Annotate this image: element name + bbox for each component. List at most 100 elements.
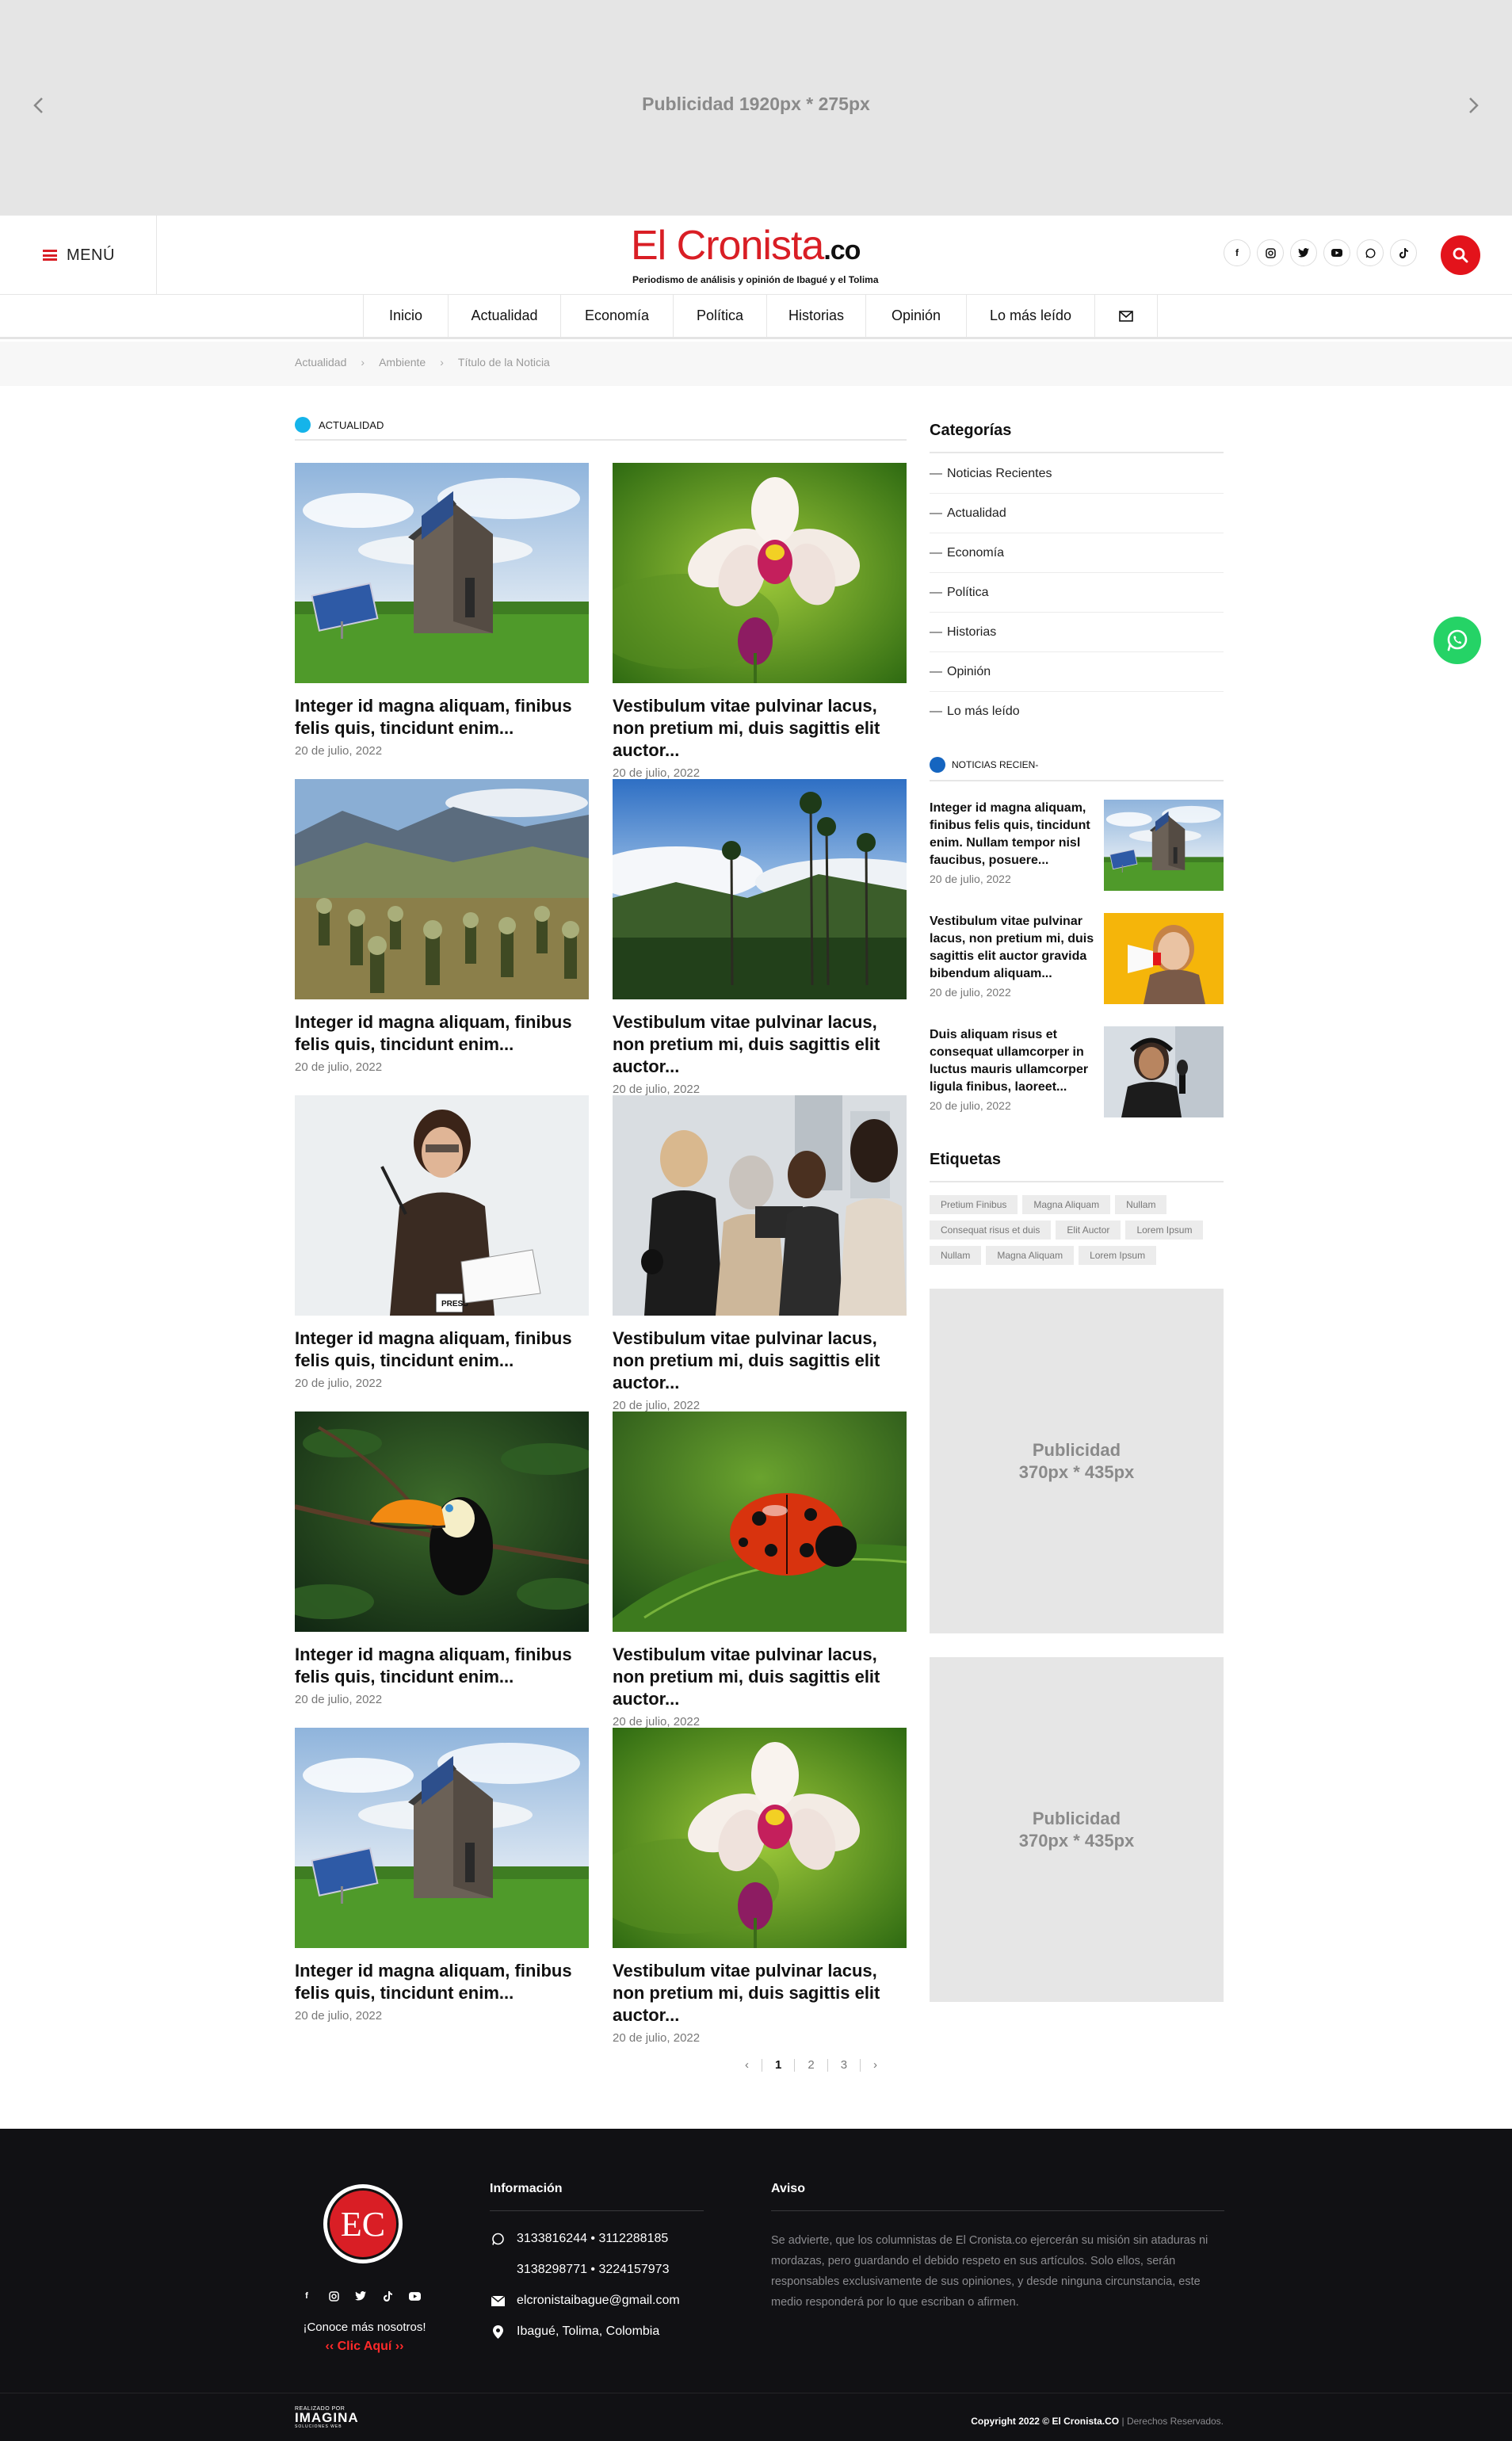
- article-card[interactable]: Vestibulum vitae pulvinar lacus, non pre…: [613, 1728, 907, 2045]
- chevron-right-icon: ›: [361, 356, 365, 369]
- tag[interactable]: Pretium Finibus: [930, 1195, 1018, 1214]
- category-item[interactable]: — Actualidad: [930, 494, 1224, 533]
- instagram-icon[interactable]: [326, 2289, 341, 2303]
- category-item[interactable]: — Noticias Recientes: [930, 454, 1224, 494]
- nav-item-inicio[interactable]: Inicio: [364, 295, 449, 337]
- article-title[interactable]: Vestibulum vitae pulvinar lacus, non pre…: [613, 1011, 907, 1078]
- tag[interactable]: Nullam: [1115, 1195, 1167, 1214]
- article-image[interactable]: [295, 1095, 589, 1316]
- pagination-page[interactable]: 3: [841, 2058, 847, 2072]
- nav-item-historias[interactable]: Historias: [767, 295, 866, 337]
- sidebar-ad[interactable]: Publicidad 370px * 435px: [930, 1657, 1224, 2002]
- pagination-next[interactable]: ›: [873, 2058, 877, 2072]
- recent-item[interactable]: Vestibulum vitae pulvinar lacus, non pre…: [930, 913, 1224, 1008]
- footer-phones-line2[interactable]: 3138298771 • 3224157973: [517, 2263, 669, 2277]
- top-ad-banner[interactable]: Publicidad 1920px * 275px: [0, 0, 1512, 216]
- recent-item[interactable]: Integer id magna aliquam, finibus felis …: [930, 800, 1224, 895]
- chevron-right-icon[interactable]: [1461, 94, 1485, 117]
- article-title[interactable]: Vestibulum vitae pulvinar lacus, non pre…: [613, 695, 907, 762]
- category-item[interactable]: — Lo más leído: [930, 692, 1224, 732]
- youtube-icon[interactable]: [1323, 239, 1350, 266]
- youtube-icon[interactable]: [407, 2289, 422, 2303]
- article-title[interactable]: Integer id magna aliquam, finibus felis …: [295, 1011, 589, 1056]
- facebook-icon[interactable]: f: [1224, 239, 1250, 266]
- article-image[interactable]: [613, 1412, 907, 1632]
- category-item[interactable]: — Opinión: [930, 652, 1224, 692]
- whatsapp-float-button[interactable]: [1434, 617, 1481, 664]
- pagination-page[interactable]: 2: [808, 2058, 814, 2072]
- article-title[interactable]: Vestibulum vitae pulvinar lacus, non pre…: [613, 1960, 907, 2027]
- nav-item-politica[interactable]: Política: [674, 295, 767, 337]
- credit-brand: IMAGINA: [295, 2410, 359, 2425]
- article-card[interactable]: Integer id magna aliquam, finibus felis …: [295, 1412, 589, 1706]
- tag[interactable]: Lorem Ipsum: [1125, 1220, 1204, 1240]
- recent-item[interactable]: Duis aliquam risus et consequat ullamcor…: [930, 1026, 1224, 1121]
- pagination-page-current[interactable]: 1: [775, 2058, 781, 2072]
- article-card[interactable]: Integer id magna aliquam, finibus felis …: [295, 1095, 589, 1390]
- article-image[interactable]: [613, 1095, 907, 1316]
- category-item[interactable]: — Política: [930, 573, 1224, 613]
- category-item[interactable]: — Historias: [930, 613, 1224, 652]
- nav-item-opinion[interactable]: Opinión: [866, 295, 967, 337]
- category-item[interactable]: — Economía: [930, 533, 1224, 573]
- recent-item-image[interactable]: [1104, 913, 1224, 1004]
- tag[interactable]: Elit Auctor: [1056, 1220, 1121, 1240]
- nav-item-lo-mas-leido[interactable]: Lo más leído: [967, 295, 1095, 337]
- tiktok-icon[interactable]: [1390, 239, 1417, 266]
- logo-main-text: El Cronista: [631, 223, 824, 269]
- nav-item-contact[interactable]: [1095, 295, 1158, 337]
- article-card[interactable]: Vestibulum vitae pulvinar lacus, non pre…: [613, 1095, 907, 1412]
- article-title[interactable]: Integer id magna aliquam, finibus felis …: [295, 1327, 589, 1372]
- footer-phones-line1[interactable]: 3133816244 • 3112288185: [517, 2232, 668, 2246]
- nav-item-actualidad[interactable]: Actualidad: [449, 295, 561, 337]
- search-button[interactable]: [1441, 235, 1480, 275]
- whatsapp-icon[interactable]: [1357, 239, 1384, 266]
- article-card[interactable]: Integer id magna aliquam, finibus felis …: [295, 779, 589, 1074]
- facebook-icon[interactable]: f: [300, 2289, 314, 2303]
- article-title[interactable]: Integer id magna aliquam, finibus felis …: [295, 695, 589, 739]
- pagination-prev[interactable]: ‹: [745, 2058, 749, 2072]
- search-icon: [1453, 247, 1468, 263]
- recent-item-image[interactable]: [1104, 1026, 1224, 1117]
- article-image[interactable]: [295, 1728, 589, 1948]
- nav-item-economia[interactable]: Economía: [561, 295, 674, 337]
- footer-logo[interactable]: EC: [323, 2184, 403, 2263]
- breadcrumb-item[interactable]: Ambiente: [379, 356, 426, 369]
- article-image[interactable]: [295, 779, 589, 999]
- sidebar-ad[interactable]: Publicidad 370px * 435px: [930, 1289, 1224, 1633]
- tag[interactable]: Nullam: [930, 1246, 982, 1265]
- article-image[interactable]: [613, 463, 907, 683]
- tag[interactable]: Magna Aliquam: [1022, 1195, 1111, 1214]
- article-card[interactable]: Integer id magna aliquam, finibus felis …: [295, 463, 589, 758]
- tag[interactable]: Magna Aliquam: [986, 1246, 1075, 1265]
- footer-click-here-link[interactable]: ‹‹ Clic Aquí ››: [285, 2340, 444, 2354]
- whatsapp-icon: [1447, 629, 1468, 651]
- tag[interactable]: Consequat risus et duis: [930, 1220, 1052, 1240]
- footer-email-link[interactable]: elcronistaibague@gmail.com: [517, 2294, 680, 2308]
- instagram-icon[interactable]: [1257, 239, 1284, 266]
- article-title[interactable]: Integer id magna aliquam, finibus felis …: [295, 1960, 589, 2004]
- article-title[interactable]: Integer id magna aliquam, finibus felis …: [295, 1644, 589, 1688]
- twitter-icon[interactable]: [353, 2289, 368, 2303]
- article-image[interactable]: [613, 1728, 907, 1948]
- article-card[interactable]: Vestibulum vitae pulvinar lacus, non pre…: [613, 463, 907, 780]
- article-card[interactable]: Vestibulum vitae pulvinar lacus, non pre…: [613, 1412, 907, 1729]
- recent-item-title[interactable]: Duis aliquam risus et consequat ullamcor…: [930, 1026, 1098, 1096]
- article-image[interactable]: [613, 779, 907, 999]
- article-image[interactable]: [295, 463, 589, 683]
- recent-item-title[interactable]: Vestibulum vitae pulvinar lacus, non pre…: [930, 913, 1098, 983]
- imagina-credit-logo[interactable]: REALIZADO POR IMAGINA SOLUCIONES WEB: [295, 2406, 359, 2429]
- article-image[interactable]: [295, 1412, 589, 1632]
- article-card[interactable]: Integer id magna aliquam, finibus felis …: [295, 1728, 589, 2023]
- article-card[interactable]: Vestibulum vitae pulvinar lacus, non pre…: [613, 779, 907, 1096]
- tag[interactable]: Lorem Ipsum: [1079, 1246, 1157, 1265]
- breadcrumb-item[interactable]: Actualidad: [295, 356, 346, 369]
- site-logo[interactable]: El Cronista.co Periodismo de análisis y …: [631, 223, 892, 287]
- twitter-icon[interactable]: [1290, 239, 1317, 266]
- menu-button[interactable]: MENÚ: [0, 216, 157, 295]
- tiktok-icon[interactable]: [380, 2289, 395, 2303]
- recent-item-title[interactable]: Integer id magna aliquam, finibus felis …: [930, 800, 1098, 869]
- article-title[interactable]: Vestibulum vitae pulvinar lacus, non pre…: [613, 1327, 907, 1394]
- article-title[interactable]: Vestibulum vitae pulvinar lacus, non pre…: [613, 1644, 907, 1710]
- recent-item-image[interactable]: [1104, 800, 1224, 891]
